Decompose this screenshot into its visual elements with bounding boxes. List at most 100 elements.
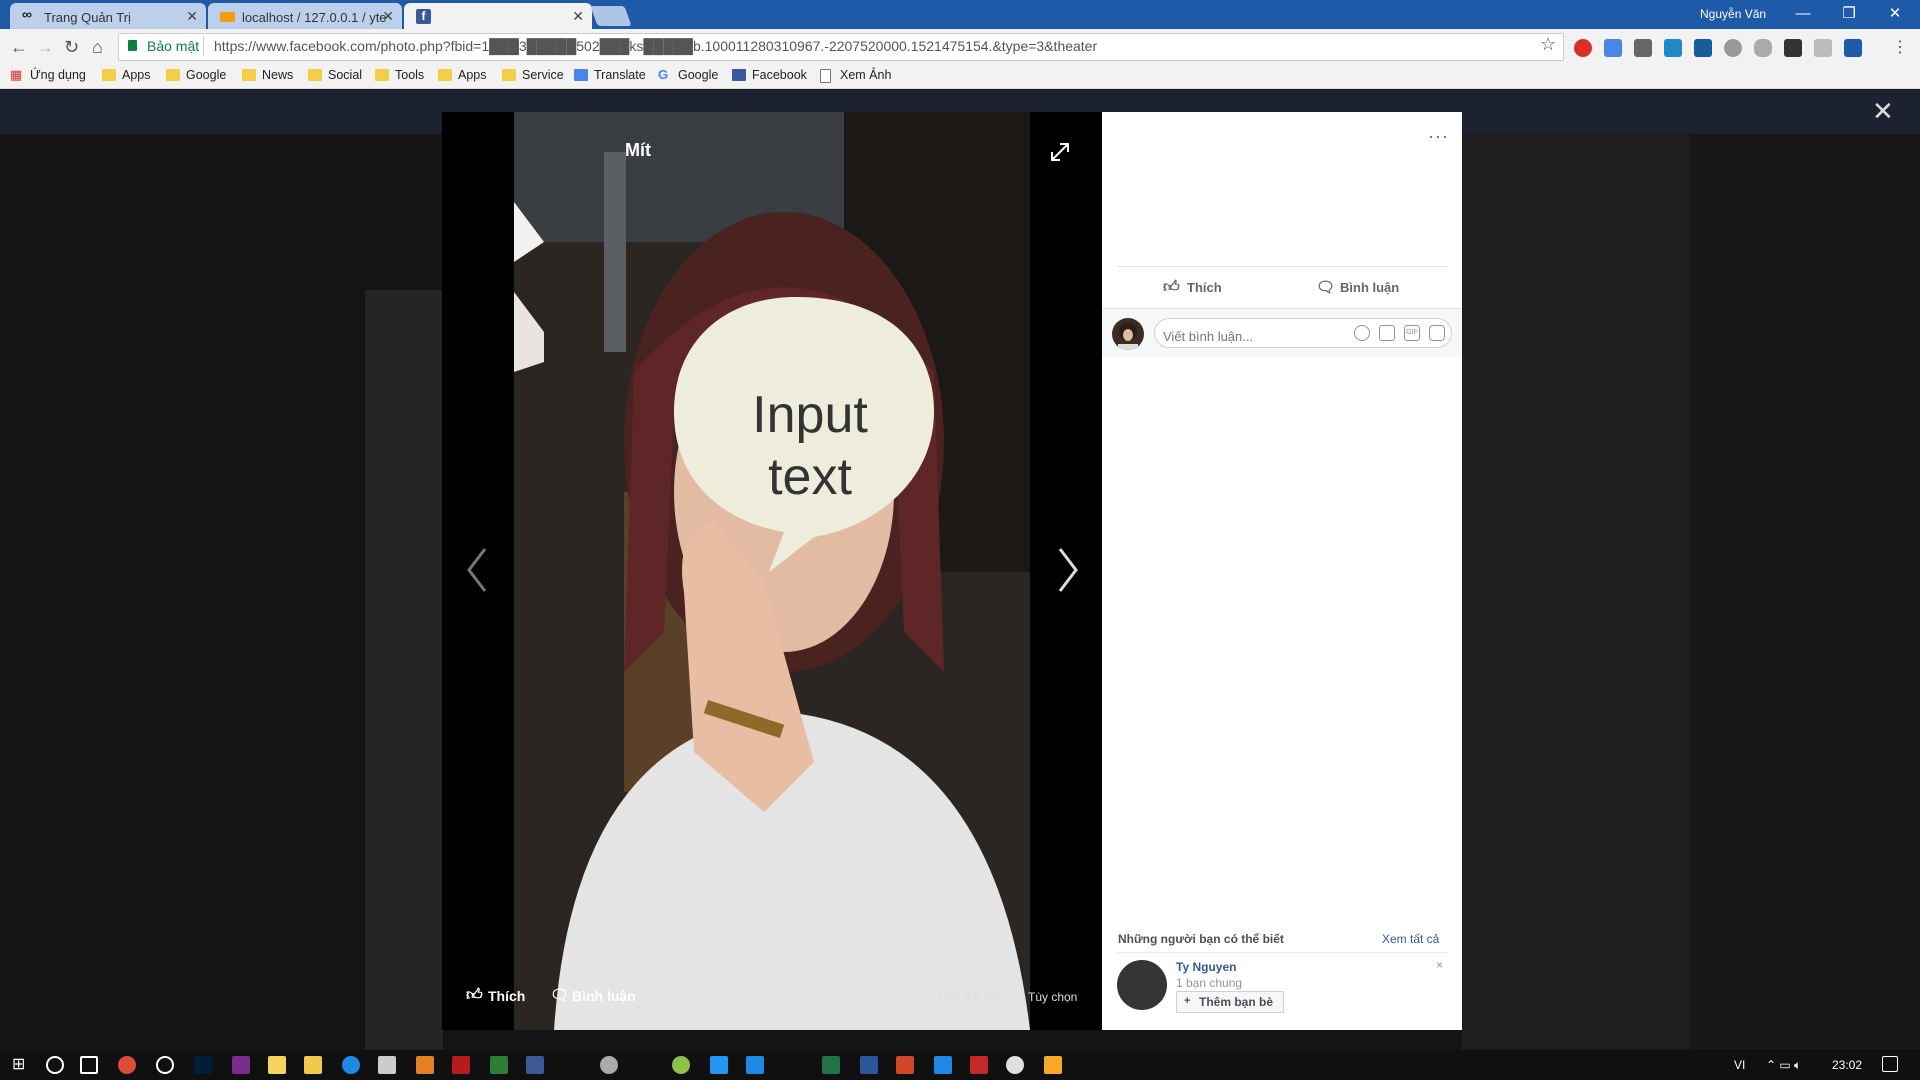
filezilla-icon[interactable] [452,1056,470,1074]
shield-extension-icon[interactable] [1754,39,1772,57]
like-button[interactable]: 👍︎ Thích [1163,279,1222,296]
bookmark-label: Tools [395,68,425,82]
back-button[interactable]: ← [10,37,28,58]
adblock-icon[interactable] [1574,39,1592,57]
bookmark-folder-service[interactable]: Service [502,68,564,82]
bookmark-apps-launcher[interactable]: ▦ Ứng dụng [10,67,86,82]
sticker-icon[interactable] [1429,325,1445,341]
bookmark-folder-news[interactable]: News [242,68,293,82]
app-icon[interactable] [746,1056,764,1074]
bookmark-translate[interactable]: Translate [574,68,646,82]
chrome-icon[interactable] [118,1056,136,1074]
tag-photo-link[interactable]: Gắn thẻ ảnh [938,990,1004,1004]
mail-icon[interactable] [1634,39,1652,57]
photo-side-panel [1102,112,1462,1030]
facebook-icon [732,69,746,81]
secure-label[interactable]: Bảo mật [147,38,199,54]
task-view-icon[interactable] [80,1056,98,1074]
app-icon[interactable] [490,1056,508,1074]
download-extension-icon[interactable] [1844,39,1862,57]
app-icon[interactable] [416,1056,434,1074]
comment-button[interactable]: 🗨︎ Bình luận [1316,279,1399,296]
line-icon[interactable] [672,1056,690,1074]
tools-extension-icon[interactable] [1784,39,1802,57]
pin-extension-icon[interactable] [1814,39,1832,57]
reload-button[interactable]: ↻ [64,37,79,58]
word-icon[interactable] [860,1056,878,1074]
bookmark-folder-google[interactable]: Google [166,68,226,82]
tab-phpmyadmin[interactable]: localhost / 127.0.0.1 / yte ✕ [208,3,402,29]
start-icon[interactable]: ⊞ [12,1056,30,1074]
dismiss-suggestion-icon[interactable]: × [1436,958,1443,972]
bookmark-folder-apps-2[interactable]: Apps [438,68,487,82]
zalo-icon[interactable] [710,1056,728,1074]
photo-name-tag[interactable]: Mít [625,140,651,161]
powerpoint-icon[interactable] [896,1056,914,1074]
pymk-see-all-link[interactable]: Xem tất cả [1382,932,1439,946]
bookmark-facebook[interactable]: Facebook [732,68,807,82]
friend-mutual-count[interactable]: 1 bạn chung [1176,976,1242,990]
language-indicator[interactable]: VI [1734,1058,1745,1072]
camera-icon[interactable] [1379,325,1395,341]
screenshot-extension-icon[interactable] [1664,39,1682,57]
bookmark-label: Xem Ảnh [840,68,892,82]
photoshop-icon[interactable] [194,1056,212,1074]
notes-icon[interactable] [268,1056,286,1074]
photo-like-button[interactable]: 👍︎ Thích [466,987,525,1004]
app-icon[interactable] [156,1056,174,1074]
lock-icon[interactable] [128,40,137,51]
notifications-icon[interactable] [1882,1056,1898,1072]
jira-extension-icon[interactable] [1694,39,1712,57]
more-options-icon[interactable]: ··· [1428,126,1449,147]
edge-icon[interactable] [342,1056,360,1074]
bookmark-folder-tools[interactable]: Tools [375,68,424,82]
cloud-extension-icon[interactable] [1724,39,1742,57]
profile-name[interactable]: Nguyễn Văn [1700,7,1766,21]
tab-trang-quan-tri[interactable]: ∞ Trang Quản Trị ✕ [10,3,206,29]
restore-button[interactable]: ❐ [1826,0,1872,29]
close-tab-icon[interactable]: ✕ [186,8,198,25]
next-photo-icon[interactable] [1052,545,1084,595]
close-tab-icon[interactable]: ✕ [382,8,394,25]
close-tab-icon[interactable]: ✕ [572,8,584,25]
app-icon[interactable] [934,1056,952,1074]
avatar[interactable] [1112,318,1144,350]
minimize-button[interactable]: — [1780,0,1826,29]
photo-comment-button[interactable]: 🗨︎ Bình luận [550,987,636,1004]
photo[interactable]: Input text [514,112,1030,1030]
system-tray-icons[interactable]: ⌃ ▭ 🔈︎ [1766,1058,1801,1073]
phpstorm-icon[interactable] [232,1056,250,1074]
friend-name[interactable]: Ty Nguyen [1176,960,1236,974]
new-tab-button[interactable] [590,6,632,26]
file-explorer-icon[interactable] [304,1056,322,1074]
url-text[interactable]: https://www.facebook.com/photo.php?fbid=… [214,38,1097,54]
bookmark-star-icon[interactable]: ☆ [1540,34,1556,55]
itunes-icon[interactable] [1006,1056,1024,1074]
bookmark-xem-anh[interactable]: Xem Ảnh [820,68,892,83]
add-friend-button[interactable]: + Thêm bạn bè [1176,991,1284,1013]
bookmark-folder-social[interactable]: Social [308,68,362,82]
clock[interactable]: 23:02 [1832,1058,1862,1072]
excel-icon[interactable] [822,1056,840,1074]
previous-photo-icon[interactable] [461,545,493,595]
friend-avatar[interactable] [1117,960,1167,1010]
bookmark-google[interactable]: G Google [658,67,718,82]
app-icon[interactable] [970,1056,988,1074]
forward-button[interactable]: → [36,37,54,58]
emoji-icon[interactable] [1354,325,1370,341]
menu-icon[interactable]: ⋮ [1892,37,1908,57]
home-icon[interactable]: ⌂ [92,37,103,58]
store-icon[interactable] [378,1056,396,1074]
tab-facebook[interactable]: f ✕ [404,3,592,29]
media-player-icon[interactable] [1044,1056,1062,1074]
bookmark-folder-apps[interactable]: Apps [102,68,151,82]
gif-icon[interactable]: GIF [1404,325,1420,341]
close-theater-icon[interactable]: ✕ [1872,96,1894,127]
close-window-button[interactable]: ✕ [1872,0,1918,29]
search-icon[interactable] [46,1056,64,1074]
expand-icon[interactable] [1048,140,1072,164]
app-icon[interactable] [600,1056,618,1074]
translate-extension-icon[interactable] [1604,39,1622,57]
facebook-icon[interactable] [526,1056,544,1074]
options-link[interactable]: Tùy chọn [1028,990,1077,1004]
